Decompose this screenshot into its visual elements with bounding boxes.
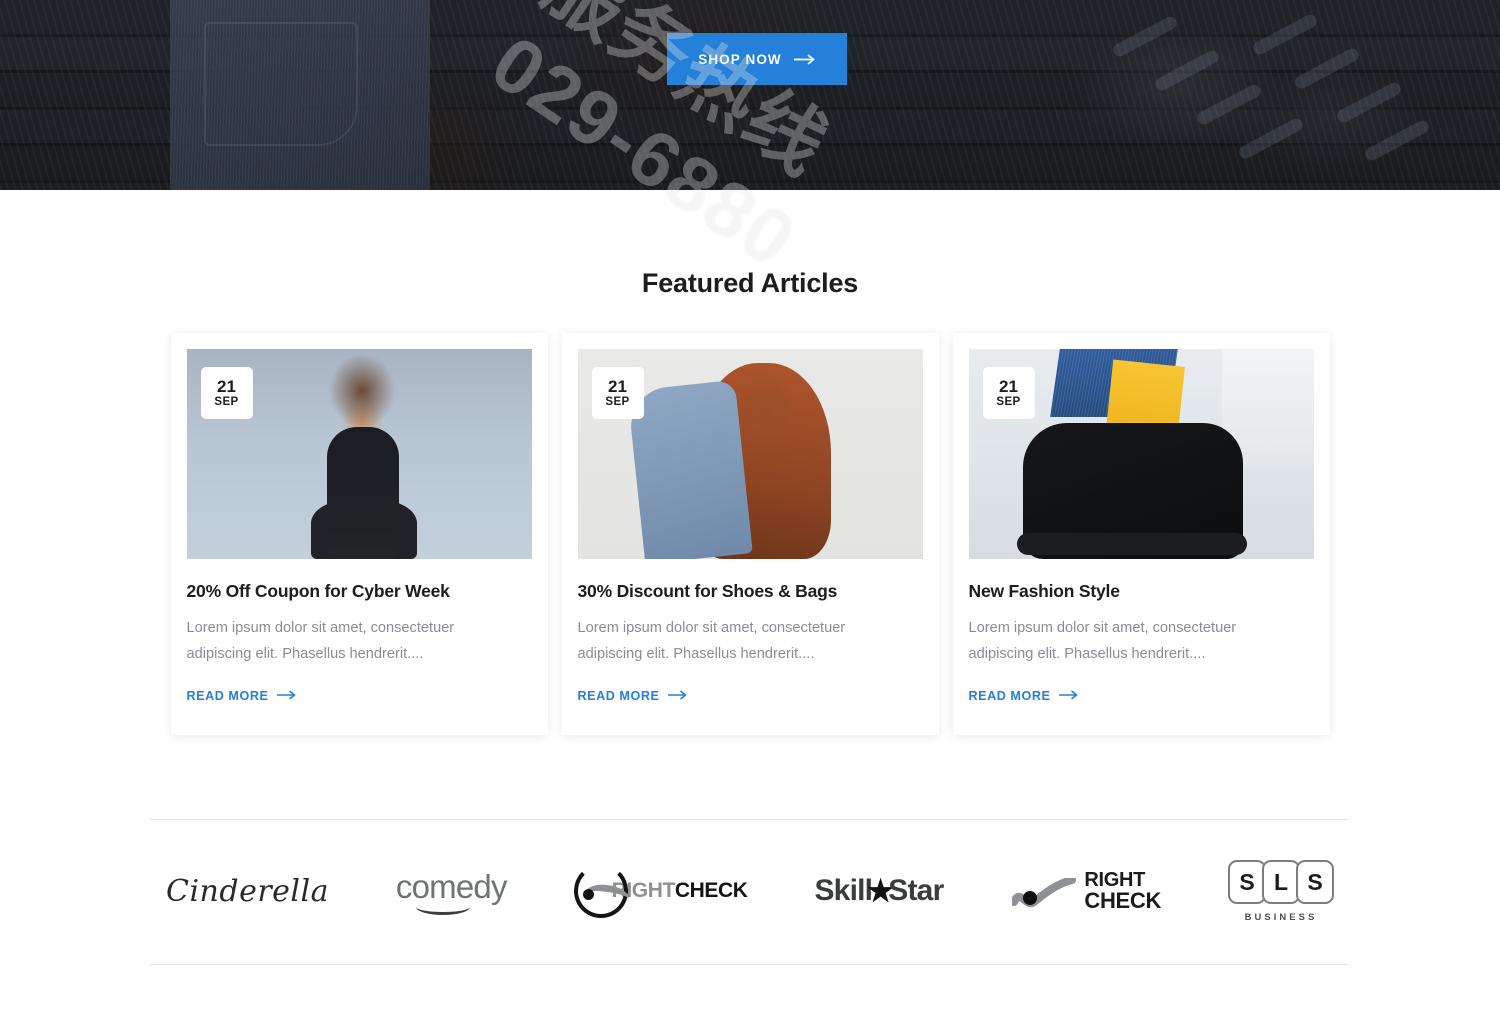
- date-day: 21: [217, 377, 236, 397]
- sls-letter-boxes: S L S: [1228, 860, 1334, 905]
- rightcheck-check-label: CHECK: [674, 879, 748, 903]
- read-more-label: READ MORE: [577, 689, 660, 704]
- brand-logo-rightcheck-circle[interactable]: RIGHT CHECK: [573, 854, 748, 928]
- arrow-right-icon: [1059, 689, 1079, 703]
- date-month: SEP: [605, 395, 630, 408]
- rightcheck-circle-logo: RIGHT CHECK: [573, 864, 748, 919]
- article-body: New Fashion Style Lorem ipsum dolor sit …: [969, 559, 1314, 735]
- brand-logo-sls-business[interactable]: S L S BUSINESS: [1228, 854, 1334, 928]
- date-month: SEP: [214, 395, 239, 408]
- sls-logo: S L S BUSINESS: [1228, 860, 1334, 922]
- date-day: 21: [999, 377, 1018, 397]
- article-thumbnail: 21 SEP: [186, 349, 532, 559]
- sls-letter-s1: S: [1228, 860, 1266, 905]
- sls-letter-l: L: [1262, 860, 1300, 905]
- article-body: 30% Discount for Shoes & Bags Lorem ipsu…: [578, 559, 923, 735]
- brand-logo-skillstar[interactable]: Skill ★ Star: [814, 854, 944, 928]
- featured-articles-section: Featured Articles 21 SEP 20% Off Coupon …: [0, 190, 1500, 736]
- hero-sneaker-laces-detail: [1100, 10, 1431, 185]
- article-card[interactable]: 21 SEP 20% Off Coupon for Cyber Week Lor…: [170, 333, 548, 736]
- date-badge: 21 SEP: [591, 367, 644, 419]
- skillstar-star-label: Star: [888, 874, 944, 908]
- hero-denim-detail: [170, 0, 430, 190]
- read-more-label: READ MORE: [186, 689, 269, 704]
- brand-logo-comedy[interactable]: comedy: [396, 854, 507, 928]
- rightcheck-text-lines: RIGHT CHECK: [1084, 870, 1161, 912]
- arrow-right-icon: [277, 689, 297, 703]
- comedy-logo-text: comedy: [396, 868, 507, 915]
- arrow-right-icon: [793, 53, 816, 65]
- sls-letter-s2: S: [1296, 860, 1334, 905]
- smile-icon: [415, 899, 470, 915]
- rightcheck-swoosh-logo: RIGHT CHECK: [1010, 870, 1161, 912]
- checkmark-icon: [1010, 876, 1077, 916]
- read-more-link[interactable]: READ MORE: [187, 689, 298, 703]
- page-root: SHOP NOW Featured Articles 21 SEP 20% Of…: [0, 0, 1500, 1026]
- article-excerpt: Lorem ipsum dolor sit amet, consectetuer…: [577, 620, 846, 662]
- date-day: 21: [608, 377, 627, 397]
- sls-business-label: BUSINESS: [1244, 911, 1318, 923]
- article-excerpt: Lorem ipsum dolor sit amet, consectetuer…: [968, 620, 1237, 662]
- brand-logos-section: Cinderella comedy RIGHT CHECK Skill ★ St…: [150, 819, 1350, 966]
- brand-logo-rightcheck-swoosh[interactable]: RIGHT CHECK: [1010, 854, 1161, 928]
- brand-logo-cinderella[interactable]: Cinderella: [166, 854, 329, 928]
- cinderella-logo-text: Cinderella: [166, 873, 329, 909]
- shop-now-label: SHOP NOW: [698, 51, 782, 67]
- article-thumbnail: 21 SEP: [577, 349, 923, 559]
- article-excerpt: Lorem ipsum dolor sit amet, consectetuer…: [186, 620, 455, 662]
- article-card-list: 21 SEP 20% Off Coupon for Cyber Week Lor…: [0, 333, 1500, 736]
- article-card[interactable]: 21 SEP New Fashion Style Lorem ipsum dol…: [952, 333, 1330, 736]
- page-title: Featured Articles: [641, 268, 859, 298]
- article-thumbnail: 21 SEP: [968, 349, 1314, 559]
- skillstar-logo: Skill ★ Star: [814, 874, 944, 909]
- article-title: 20% Off Coupon for Cyber Week: [186, 581, 450, 601]
- article-title: New Fashion Style: [968, 581, 1120, 601]
- article-title: 30% Discount for Shoes & Bags: [577, 581, 838, 601]
- article-body: 20% Off Coupon for Cyber Week Lorem ipsu…: [187, 559, 532, 735]
- date-badge: 21 SEP: [200, 367, 253, 419]
- brand-logos-row: Cinderella comedy RIGHT CHECK Skill ★ St…: [150, 854, 1350, 928]
- article-card[interactable]: 21 SEP 30% Discount for Shoes & Bags Lor…: [561, 333, 939, 736]
- date-badge: 21 SEP: [982, 367, 1035, 419]
- date-month: SEP: [996, 395, 1021, 408]
- arrow-right-icon: [668, 689, 688, 703]
- shop-now-button[interactable]: SHOP NOW: [667, 33, 847, 85]
- hero-banner: SHOP NOW: [0, 0, 1500, 190]
- read-more-label: READ MORE: [968, 689, 1051, 704]
- skillstar-skill-label: Skill: [814, 874, 873, 908]
- read-more-link[interactable]: READ MORE: [578, 689, 689, 703]
- dot-icon: [582, 889, 594, 901]
- rightcheck2-right-label: RIGHT: [1084, 869, 1146, 892]
- read-more-link[interactable]: READ MORE: [969, 689, 1080, 703]
- rightcheck2-check-label: CHECK: [1084, 888, 1162, 914]
